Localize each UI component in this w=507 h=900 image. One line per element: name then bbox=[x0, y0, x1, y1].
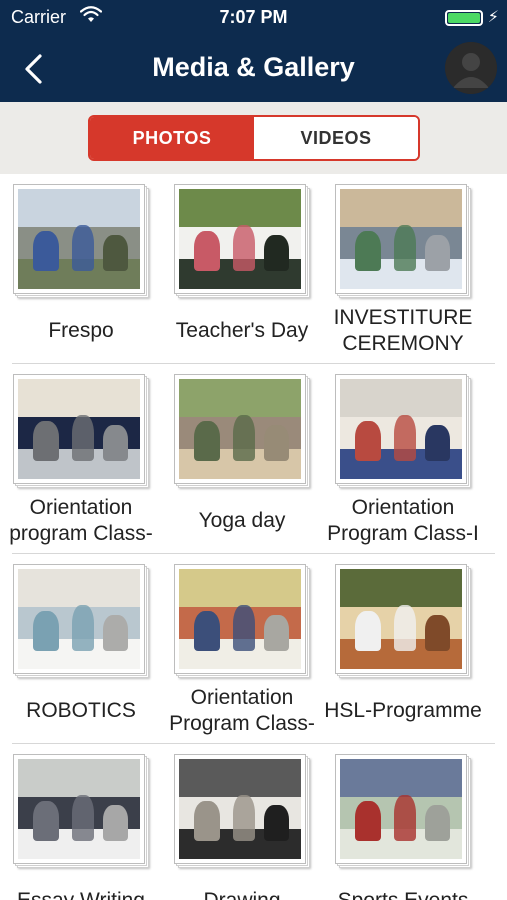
album-thumbnail bbox=[335, 564, 467, 674]
album-thumbnail bbox=[174, 184, 306, 294]
album-thumbnail-stack bbox=[174, 184, 310, 298]
album-title: Yoga day bbox=[198, 509, 286, 532]
album-card[interactable]: Orientation Program Class- bbox=[161, 554, 323, 744]
album-thumbnail bbox=[13, 374, 145, 484]
photo-thumbnail bbox=[340, 379, 462, 479]
album-title: Drawing bbox=[161, 872, 323, 900]
album-card[interactable]: Drawing bbox=[161, 744, 323, 900]
photo-thumbnail bbox=[179, 759, 301, 859]
album-title: Teacher's Day bbox=[175, 319, 309, 342]
photo-thumbnail bbox=[18, 189, 140, 289]
album-title: Sports Events bbox=[322, 872, 484, 900]
charging-icon: ⚡ bbox=[487, 9, 499, 26]
media-type-segmented-control: PHOTOS VIDEOS bbox=[88, 115, 420, 161]
photo-thumbnail bbox=[340, 189, 462, 289]
photo-thumbnail bbox=[18, 759, 140, 859]
album-thumbnail-stack bbox=[13, 754, 149, 868]
album-grid: Frespo Teacher's Day INVESTITURE CEREMONY O… bbox=[0, 174, 507, 900]
album-title: Orientation Program Class-I bbox=[327, 496, 479, 545]
album-card[interactable]: HSL-Programme bbox=[322, 554, 484, 744]
photo-thumbnail bbox=[179, 569, 301, 669]
album-title: Frespo bbox=[48, 319, 114, 342]
album-card[interactable]: Frespo bbox=[0, 174, 162, 364]
battery-icon bbox=[445, 10, 483, 26]
album-card[interactable]: Orientation program Class- bbox=[0, 364, 162, 554]
album-title: ROBOTICS bbox=[26, 699, 136, 722]
album-thumbnail bbox=[13, 564, 145, 674]
album-title: Orientation Program Class- bbox=[169, 686, 315, 735]
page-title: Media & Gallery bbox=[152, 52, 355, 82]
tab-photos[interactable]: PHOTOS bbox=[90, 117, 254, 159]
album-thumbnail-stack bbox=[335, 374, 471, 488]
album-title: HSL-Programme bbox=[324, 699, 482, 722]
album-card[interactable]: INVESTITURE CEREMONY bbox=[322, 174, 484, 364]
album-thumbnail bbox=[13, 184, 145, 294]
avatar[interactable] bbox=[445, 42, 497, 94]
album-thumbnail bbox=[174, 564, 306, 674]
photo-thumbnail bbox=[340, 569, 462, 669]
status-bar: Carrier 7:07 PM ⚡ bbox=[0, 0, 507, 36]
album-thumbnail-stack bbox=[13, 184, 149, 298]
album-thumbnail-stack bbox=[335, 754, 471, 868]
album-thumbnail-stack bbox=[13, 374, 149, 488]
album-row: Orientation program Class- Yoga day Orient… bbox=[0, 364, 507, 554]
album-thumbnail bbox=[13, 754, 145, 864]
photo-thumbnail bbox=[18, 569, 140, 669]
album-thumbnail bbox=[335, 374, 467, 484]
album-card[interactable]: Teacher's Day bbox=[161, 174, 323, 364]
album-card[interactable]: ROBOTICS bbox=[0, 554, 162, 744]
media-type-bar: PHOTOS VIDEOS bbox=[0, 102, 507, 174]
clock: 7:07 PM bbox=[219, 7, 288, 27]
album-thumbnail-stack bbox=[174, 564, 310, 678]
tab-videos[interactable]: VIDEOS bbox=[254, 117, 418, 159]
photo-thumbnail bbox=[179, 189, 301, 289]
user-avatar-icon bbox=[445, 42, 497, 94]
photo-thumbnail bbox=[340, 759, 462, 859]
album-title: INVESTITURE CEREMONY bbox=[333, 306, 473, 355]
album-row: Frespo Teacher's Day INVESTITURE CEREMONY bbox=[0, 174, 507, 364]
album-thumbnail bbox=[174, 754, 306, 864]
album-thumbnail-stack bbox=[174, 754, 310, 868]
album-card[interactable]: Essay Writing bbox=[0, 744, 162, 900]
photo-thumbnail bbox=[179, 379, 301, 479]
album-title: Orientation program Class- bbox=[9, 496, 153, 545]
album-thumbnail bbox=[174, 374, 306, 484]
album-card[interactable]: Orientation Program Class-I bbox=[322, 364, 484, 554]
album-thumbnail-stack bbox=[335, 184, 471, 298]
album-card[interactable]: Yoga day bbox=[161, 364, 323, 554]
album-thumbnail bbox=[335, 754, 467, 864]
album-thumbnail-stack bbox=[174, 374, 310, 488]
album-thumbnail-stack bbox=[335, 564, 471, 678]
album-thumbnail bbox=[335, 184, 467, 294]
album-row: Essay WritingDrawingSports Events bbox=[0, 744, 507, 900]
album-row: ROBOTICS Orientation Program Class- HSL-Pr… bbox=[0, 554, 507, 744]
album-card[interactable]: Sports Events bbox=[322, 744, 484, 900]
photo-thumbnail bbox=[18, 379, 140, 479]
album-title: Essay Writing bbox=[0, 872, 162, 900]
album-thumbnail-stack bbox=[13, 564, 149, 678]
navigation-bar: Media & Gallery bbox=[0, 36, 507, 102]
